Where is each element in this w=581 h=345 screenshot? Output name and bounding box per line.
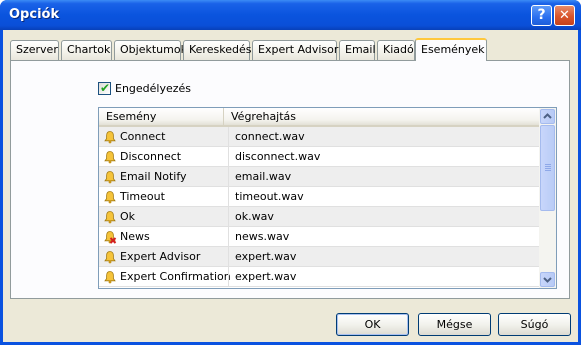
event-row[interactable]: Expert Advisor expert.wav [99, 247, 539, 267]
bell-icon [104, 211, 116, 224]
event-name-cell: Expert Advisor [120, 250, 201, 263]
cancel-button[interactable]: Mégse [418, 313, 491, 336]
window-title: Opciók [9, 7, 60, 22]
checkmark-icon: ✔ [100, 81, 111, 95]
tab-expert-advisors[interactable]: Expert Advisors [252, 40, 344, 60]
list-header: Esemény Végrehajtás [99, 108, 539, 127]
tab-kiado[interactable]: Kiadó [377, 40, 415, 60]
event-row[interactable]: Email Notify email.wav [99, 167, 539, 187]
bell-icon [104, 171, 116, 184]
event-action-cell[interactable]: connect.wav [228, 127, 539, 146]
event-row[interactable]: News news.wav [99, 227, 539, 247]
event-name-cell: Timeout [120, 190, 165, 203]
event-name-cell: Expert Confirmation [120, 270, 231, 283]
scroll-up-button[interactable] [540, 109, 555, 124]
event-action-cell[interactable]: news.wav [228, 227, 539, 246]
list-rows: Connect connect.wav Disconnect disconnect.w… [99, 127, 539, 287]
event-row[interactable]: Timeout timeout.wav [99, 187, 539, 207]
help-title-button[interactable]: ? [531, 5, 552, 26]
event-row[interactable]: Expert Confirmation expert.wav [99, 267, 539, 287]
options-dialog: Opciók ? ✕ Szerver Chartok Objektumok Ke… [0, 0, 581, 345]
events-tab-panel: ✔ Engedélyezés Esemény Végrehajtás Conne… [10, 60, 570, 299]
scroll-down-button[interactable] [540, 272, 555, 287]
event-action-cell[interactable]: expert.wav [228, 267, 539, 286]
ok-button[interactable]: OK [336, 313, 409, 336]
thumb-grip-line [545, 164, 551, 165]
event-action-cell[interactable]: disconnect.wav [228, 147, 539, 166]
bell-icon [104, 271, 116, 284]
bell-icon [104, 251, 116, 264]
event-action-cell[interactable]: email.wav [228, 167, 539, 186]
event-action-cell[interactable]: ok.wav [228, 207, 539, 226]
dialog-client-area: Szerver Chartok Objektumok Kereskedés Ex… [3, 30, 578, 342]
event-row[interactable]: Connect connect.wav [99, 127, 539, 147]
event-name-cell: Email Notify [120, 170, 187, 183]
event-row[interactable]: Disconnect disconnect.wav [99, 147, 539, 167]
event-name-cell: Ok [120, 210, 136, 223]
event-name-cell: Connect [120, 130, 166, 143]
bell-disabled-icon [104, 231, 117, 244]
event-name-cell: Disconnect [120, 150, 182, 163]
close-title-button[interactable]: ✕ [554, 5, 575, 26]
event-action-cell[interactable]: expert.wav [228, 247, 539, 266]
chevron-down-icon [543, 277, 552, 283]
chevron-up-icon [543, 113, 552, 119]
tab-chartok[interactable]: Chartok [61, 40, 112, 60]
event-row[interactable]: Ok ok.wav [99, 207, 539, 227]
column-header-event[interactable]: Esemény [99, 108, 224, 125]
tab-esemenyek[interactable]: Események [415, 38, 487, 61]
thumb-grip-line [545, 168, 551, 169]
scroll-thumb[interactable] [540, 125, 555, 211]
tab-email[interactable]: Email [339, 40, 376, 60]
event-action-cell[interactable]: timeout.wav [228, 187, 539, 206]
tab-objektumok[interactable]: Objektumok [114, 40, 187, 60]
event-name-cell: News [120, 230, 150, 243]
help-button[interactable]: Súgó [498, 313, 571, 336]
bell-icon [104, 131, 116, 144]
enable-checkbox[interactable]: ✔ [98, 81, 111, 95]
enable-checkbox-label: Engedélyezés [115, 82, 192, 95]
bell-icon [104, 191, 116, 204]
tab-szerver[interactable]: Szerver [10, 40, 59, 60]
column-header-action[interactable]: Végrehajtás [224, 108, 539, 125]
tab-kereskedes[interactable]: Kereskedés [183, 40, 251, 60]
thumb-grip-line [545, 166, 551, 167]
vertical-scrollbar[interactable] [539, 108, 556, 288]
events-list[interactable]: Esemény Végrehajtás Connect connect.wav Di… [98, 107, 557, 289]
thumb-grip-line [545, 170, 551, 171]
title-bar[interactable]: Opciók ? ✕ [0, 0, 581, 30]
bell-icon [104, 151, 116, 164]
